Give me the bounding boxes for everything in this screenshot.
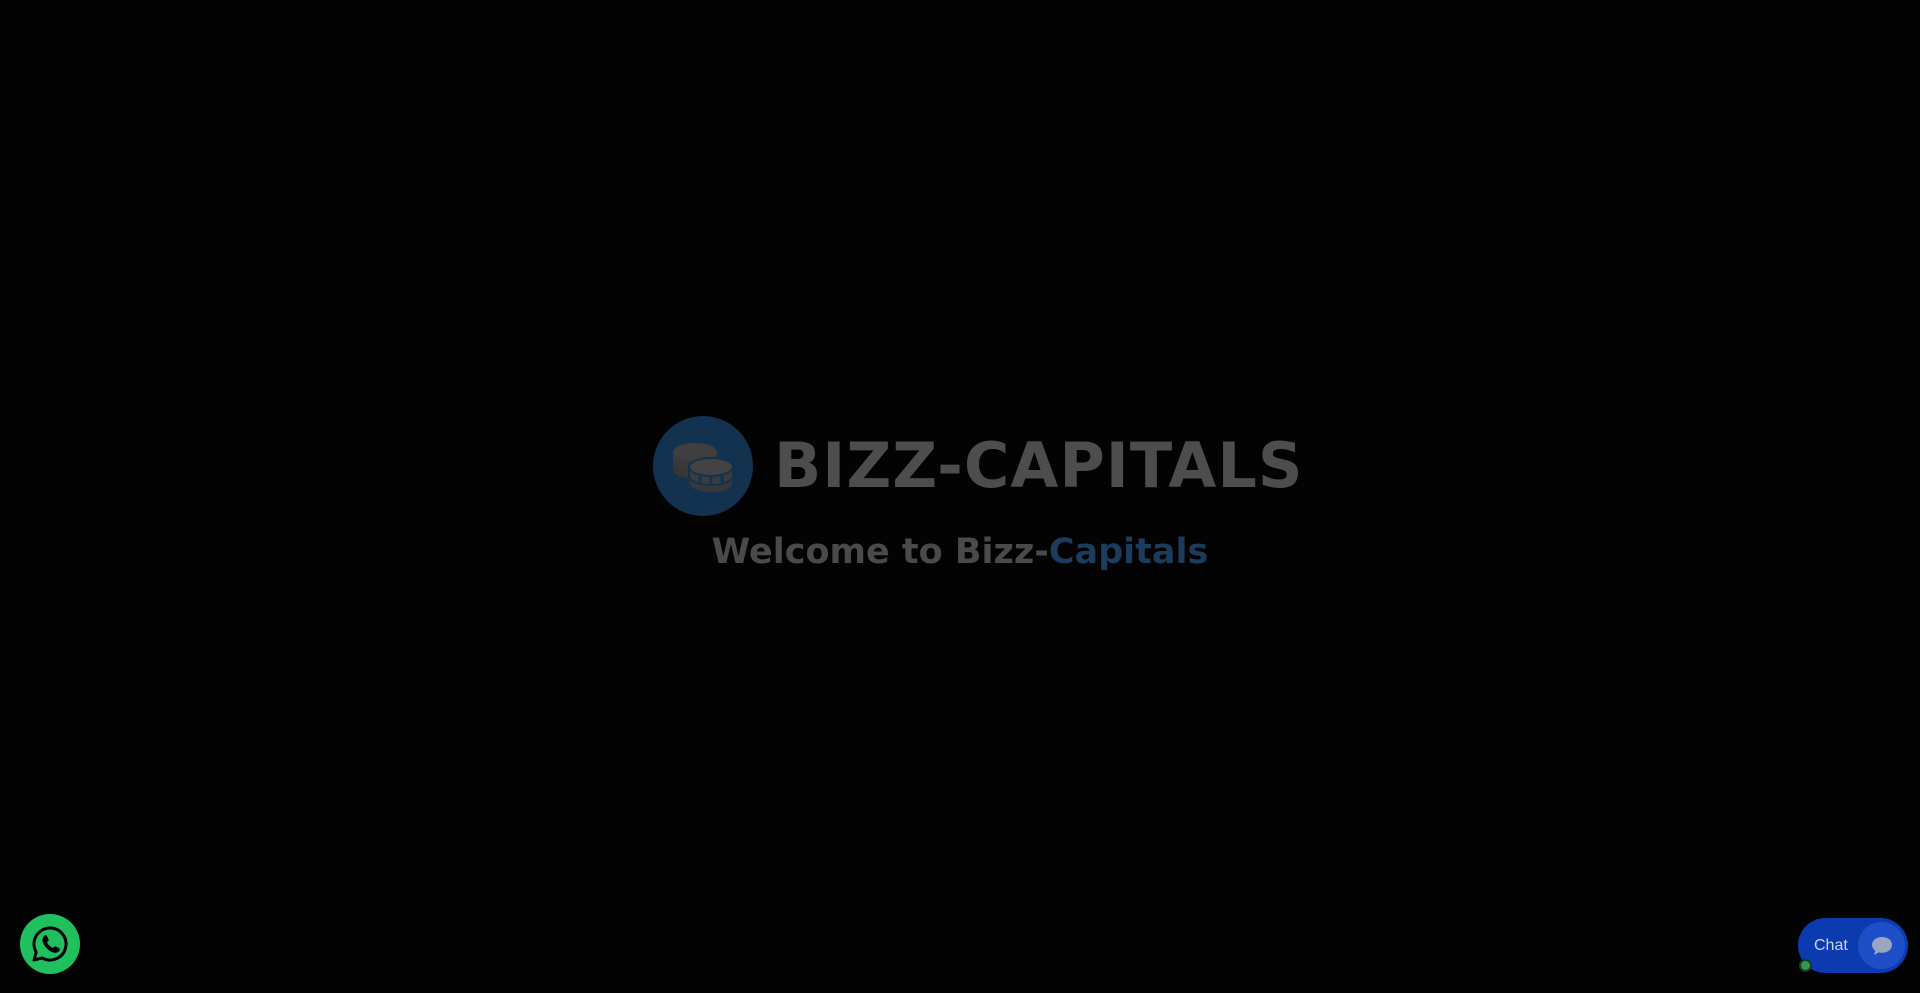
welcome-accent: Capitals xyxy=(1048,532,1209,572)
chat-widget-button[interactable]: Chat xyxy=(1798,918,1908,973)
coins-icon xyxy=(673,443,734,492)
logo xyxy=(653,416,753,516)
whatsapp-button[interactable] xyxy=(20,914,80,974)
chat-label: Chat xyxy=(1814,936,1848,954)
page: BIZZ-CAPITALS Welcome to Bizz-Capitals C… xyxy=(0,0,1920,993)
brand-row: BIZZ-CAPITALS xyxy=(653,416,1304,516)
brand-name: BIZZ-CAPITALS xyxy=(774,429,1304,502)
chat-bubble-icon xyxy=(1871,936,1892,955)
whatsapp-icon xyxy=(32,926,68,962)
welcome-prefix: Welcome to Bizz- xyxy=(711,532,1049,572)
online-status-dot xyxy=(1799,959,1812,972)
welcome-heading: Welcome to Bizz-Capitals xyxy=(0,527,1920,577)
loading-splash-overlay: BIZZ-CAPITALS Welcome to Bizz-Capitals xyxy=(0,0,1920,993)
chat-bubble xyxy=(1858,922,1905,969)
